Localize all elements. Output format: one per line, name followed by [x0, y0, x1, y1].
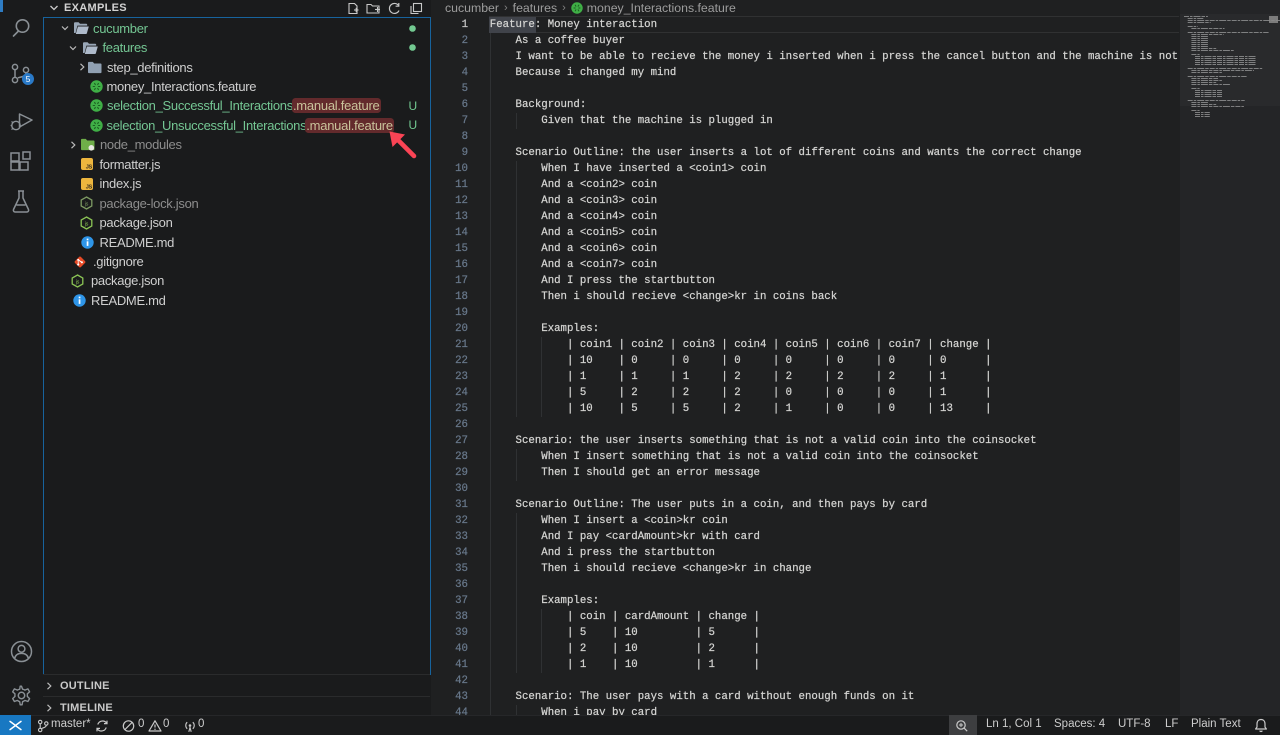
- svg-text:js: js: [83, 201, 88, 207]
- svg-text:js: js: [83, 221, 88, 227]
- svg-text:JS: JS: [86, 184, 93, 190]
- svg-text:JS: JS: [86, 165, 93, 171]
- svg-text:js: js: [75, 279, 80, 285]
